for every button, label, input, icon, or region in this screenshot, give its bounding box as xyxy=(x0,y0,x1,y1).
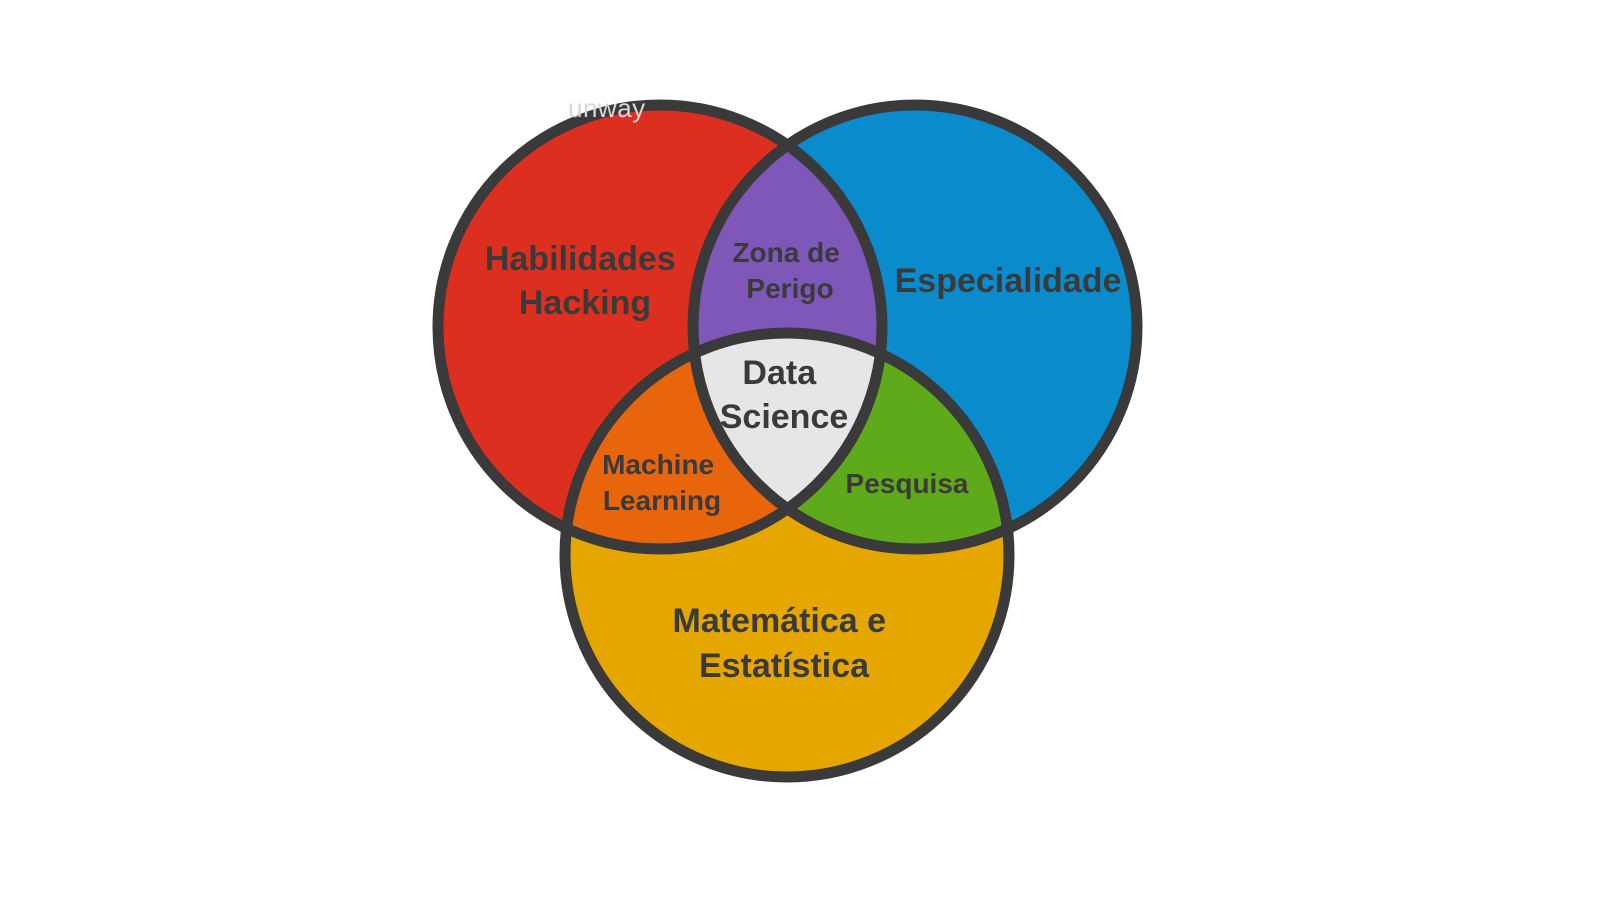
research-label: Pesquisa xyxy=(846,468,969,499)
venn-svg: Habilidades Hacking Especialidade Matemá… xyxy=(432,99,1143,783)
watermark-text: unway xyxy=(568,93,646,123)
expertise-label: Especialidade xyxy=(895,262,1122,300)
venn-diagram: Habilidades Hacking Especialidade Matemá… xyxy=(0,0,1600,900)
